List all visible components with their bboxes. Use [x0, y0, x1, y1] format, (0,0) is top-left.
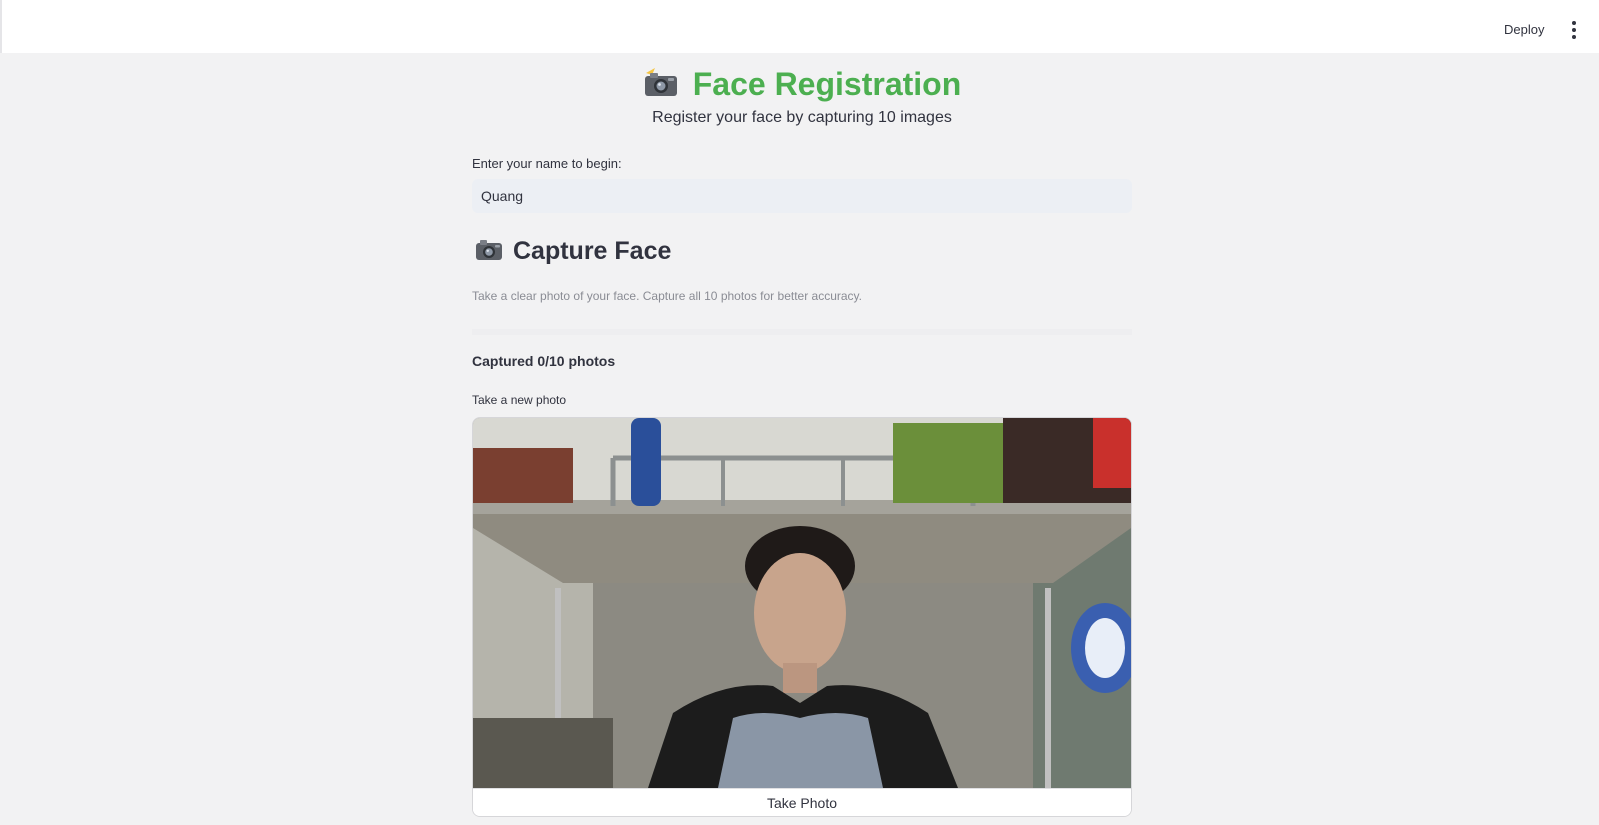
capture-heading: Capture Face [513, 236, 672, 265]
camera-feed [473, 418, 1131, 788]
main-menu-button[interactable] [1562, 18, 1586, 42]
name-input[interactable] [472, 179, 1132, 213]
camera-flash-icon [643, 67, 679, 102]
divider [472, 329, 1132, 335]
page-title: Face Registration [692, 65, 962, 102]
app-header: Deploy [0, 0, 1599, 53]
page-title-row: Face Registration [472, 61, 1132, 107]
camera-input: Take Photo [472, 417, 1132, 817]
capture-count: Captured 0/10 photos [472, 353, 616, 369]
name-field-label: Enter your name to begin: [472, 156, 622, 171]
take-photo-button[interactable]: Take Photo [473, 788, 1131, 816]
camera-icon [475, 237, 503, 266]
camera-input-label: Take a new photo [472, 393, 567, 407]
capture-caption: Take a clear photo of your face. Capture… [472, 289, 862, 303]
more-vertical-icon [1572, 21, 1576, 25]
capture-section-heading: Capture Face [475, 231, 671, 271]
deploy-button[interactable]: Deploy [1498, 18, 1550, 42]
page-subtitle: Register your face by capturing 10 image… [652, 109, 952, 126]
